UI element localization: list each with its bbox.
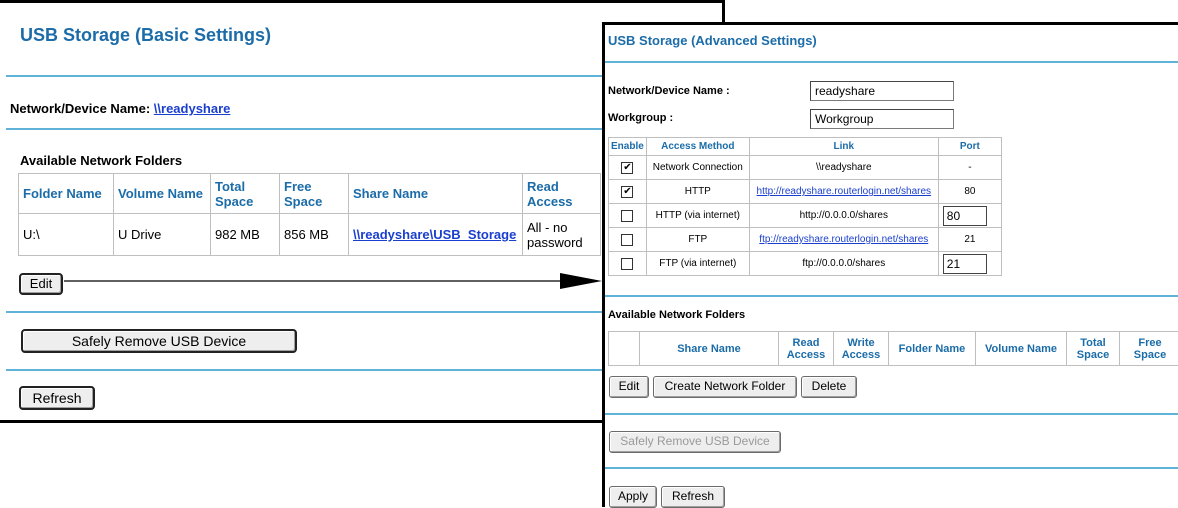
checked-checkbox[interactable]: ✔ [621, 162, 633, 174]
adv-safely-remove-usb-button[interactable]: Safely Remove USB Device [609, 431, 781, 453]
port-cell: 21 [938, 252, 1001, 276]
device-name-link[interactable]: \\readyshare [154, 101, 231, 116]
link-cell: ftp://0.0.0.0/shares [749, 252, 938, 276]
divider [605, 295, 1178, 297]
basic-page-title: USB Storage (Basic Settings) [20, 25, 271, 46]
adv-folders-title: Available Network Folders [608, 309, 745, 321]
workgroup-input[interactable]: Workgroup [810, 109, 954, 129]
device-name-label: Network/Device Name: [10, 101, 154, 116]
cell-free: 856 MB [280, 214, 349, 256]
port-input[interactable]: 80 [943, 206, 987, 226]
col-folder-name: Folder Name [19, 174, 114, 214]
access-row: FTP ftp://readyshare.routerlogin.net/shar… [609, 228, 1002, 252]
arrow-connector-icon [60, 268, 605, 290]
col-read-access: Read Access [779, 332, 834, 366]
adv-edit-button[interactable]: Edit [609, 376, 649, 398]
divider [605, 61, 1178, 63]
adv-folders-table: Share Name Read Access Write Access Fold… [608, 331, 1178, 366]
unchecked-checkbox[interactable] [621, 210, 633, 222]
enable-cell [609, 204, 647, 228]
enable-cell: ✔ [609, 156, 647, 180]
port-cell: 80 [938, 204, 1001, 228]
col-enable: Enable [609, 138, 647, 156]
refresh-button[interactable]: Refresh [19, 386, 95, 410]
table-header-row: Enable Access Method Link Port [609, 138, 1002, 156]
share-link[interactable]: \\readyshare\USB_Storage [353, 227, 516, 242]
access-row: ✔ Network Connection\\readyshare- [609, 156, 1002, 180]
access-method-cell: HTTP (via internet) [646, 204, 749, 228]
port-cell: 21 [938, 228, 1001, 252]
table-header-row: Share Name Read Access Write Access Fold… [609, 332, 1178, 366]
divider [605, 467, 1178, 469]
cell-folder: U:\ [19, 214, 114, 256]
unchecked-checkbox[interactable] [621, 258, 633, 270]
link-cell: ftp://readyshare.routerlogin.net/shares [749, 228, 938, 252]
enable-cell: ✔ [609, 180, 647, 204]
enable-cell [609, 228, 647, 252]
checked-checkbox[interactable]: ✔ [621, 186, 633, 198]
col-folder-name: Folder Name [889, 332, 976, 366]
col-share-name: Share Name [349, 174, 523, 214]
share-url-link[interactable]: http://readyshare.routerlogin.net/shares [757, 186, 932, 197]
folders-title: Available Network Folders [20, 153, 182, 168]
cell-read-access: All - no password [523, 214, 601, 256]
col-volume-name: Volume Name [976, 332, 1067, 366]
share-url-link[interactable]: ftp://readyshare.routerlogin.net/shares [759, 234, 928, 245]
access-row: HTTP (via internet)http://0.0.0.0/shares… [609, 204, 1002, 228]
access-method-cell: HTTP [646, 180, 749, 204]
port-cell: 80 [938, 180, 1001, 204]
col-total-space: Total Space [1067, 332, 1120, 366]
col-select [609, 332, 640, 366]
table-header-row: Folder Name Volume Name Total Space Free… [19, 174, 601, 214]
access-method-table: Enable Access Method Link Port ✔ Network … [608, 137, 1002, 276]
port-input[interactable]: 21 [943, 254, 987, 274]
col-port: Port [938, 138, 1001, 156]
device-name-row: Network/Device Name: \\readyshare [10, 101, 230, 116]
unchecked-checkbox[interactable] [621, 234, 633, 246]
col-write-access: Write Access [834, 332, 889, 366]
cell-volume: U Drive [114, 214, 211, 256]
col-free-space: Free Space [280, 174, 349, 214]
cell-total: 982 MB [211, 214, 280, 256]
link-cell: http://readyshare.routerlogin.net/shares [749, 180, 938, 204]
safely-remove-usb-button[interactable]: Safely Remove USB Device [21, 329, 297, 353]
access-rows: ✔Network Connection\\readyshare-✔HTTPhtt… [609, 156, 1002, 276]
col-total-space: Total Space [211, 174, 280, 214]
advanced-page-title: USB Storage (Advanced Settings) [608, 33, 817, 48]
divider [605, 413, 1178, 415]
link-cell: http://0.0.0.0/shares [749, 204, 938, 228]
device-name-input[interactable]: readyshare [810, 81, 954, 101]
col-share-name: Share Name [640, 332, 779, 366]
folders-table: Folder Name Volume Name Total Space Free… [18, 173, 601, 256]
col-read-access: Read Access [523, 174, 601, 214]
edit-button[interactable]: Edit [19, 273, 63, 295]
adv-refresh-button[interactable]: Refresh [661, 486, 725, 508]
port-cell: - [938, 156, 1001, 180]
delete-button[interactable]: Delete [801, 376, 857, 398]
access-row: ✔ HTTP http://readyshare.routerlogin.net/s… [609, 180, 1002, 204]
col-volume-name: Volume Name [114, 174, 211, 214]
cell-share: \\readyshare\USB_Storage [349, 214, 523, 256]
access-method-cell: FTP (via internet) [646, 252, 749, 276]
advanced-settings-panel: USB Storage (Advanced Settings) Network/… [602, 22, 1178, 507]
access-method-cell: Network Connection [646, 156, 749, 180]
col-free-space: Free Space [1120, 332, 1178, 366]
col-link: Link [749, 138, 938, 156]
access-method-cell: FTP [646, 228, 749, 252]
table-row: U:\ U Drive 982 MB 856 MB \\readyshare\U… [19, 214, 601, 256]
enable-cell [609, 252, 647, 276]
create-network-folder-button[interactable]: Create Network Folder [653, 376, 797, 398]
workgroup-label: Workgroup : [608, 112, 673, 124]
link-cell: \\readyshare [749, 156, 938, 180]
apply-button[interactable]: Apply [609, 486, 657, 508]
col-access-method: Access Method [646, 138, 749, 156]
device-name-label: Network/Device Name : [608, 85, 730, 97]
access-row: FTP (via internet)ftp://0.0.0.0/shares21 [609, 252, 1002, 276]
